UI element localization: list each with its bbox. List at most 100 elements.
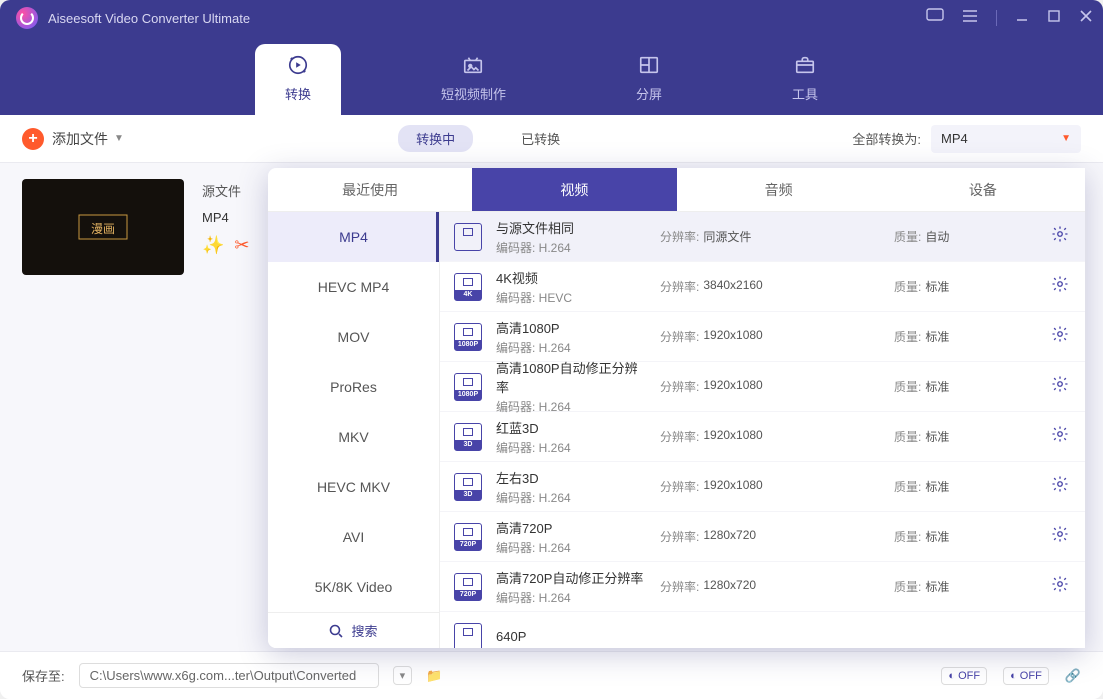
- gear-icon[interactable]: [1051, 275, 1069, 298]
- mv-icon: [460, 54, 486, 76]
- search-button[interactable]: 搜索: [268, 612, 439, 648]
- tab-collage-label: 分屏: [636, 84, 662, 103]
- feedback-icon[interactable]: [926, 8, 944, 29]
- tab-toolbox[interactable]: 工具: [762, 44, 848, 115]
- tab-converted[interactable]: 已转换: [503, 125, 578, 152]
- toolbar: + 添加文件 ▼ 转换中 已转换 全部转换为: MP4 ▼: [0, 115, 1103, 163]
- preset-encoder: 编码器: H.264: [496, 239, 646, 256]
- format-list-item[interactable]: 5K/8K Video: [268, 562, 439, 612]
- preset-resolution: 分辨率:1280x720: [660, 578, 880, 595]
- format-badge-icon: [454, 223, 482, 251]
- gear-icon[interactable]: [1051, 525, 1069, 548]
- add-files-button[interactable]: + 添加文件 ▼: [22, 128, 124, 150]
- svg-text:漫画: 漫画: [91, 222, 115, 236]
- format-list-item[interactable]: AVI: [268, 512, 439, 562]
- preset-quality: 质量:标准: [894, 528, 1037, 545]
- output-format-select[interactable]: MP4 ▼: [931, 125, 1081, 153]
- gear-icon[interactable]: [1051, 425, 1069, 448]
- preset-row[interactable]: 1080P高清1080P自动修正分辨率编码器: H.264分辨率:1920x10…: [440, 362, 1085, 412]
- format-list-item[interactable]: MKV: [268, 412, 439, 462]
- gear-icon[interactable]: [1051, 575, 1069, 598]
- gear-icon[interactable]: [1051, 375, 1069, 398]
- open-folder-icon[interactable]: 📁: [426, 668, 442, 684]
- video-thumbnail[interactable]: 漫画: [22, 179, 184, 275]
- toolbox-icon: [792, 54, 818, 76]
- menu-icon[interactable]: [962, 9, 978, 28]
- preset-row[interactable]: 3D 左右3D 编码器: H.264 分辨率:1920x1080 质量:标准: [440, 462, 1085, 512]
- format-badge-icon: 3D: [454, 473, 482, 501]
- tab-convert[interactable]: 转换: [255, 44, 341, 115]
- preset-resolution: 分辨率:同源文件: [660, 228, 880, 245]
- scissors-icon[interactable]: ✂: [234, 235, 249, 256]
- toggle-off-2[interactable]: ◐ OFF: [1003, 667, 1049, 685]
- preset-name: 4K视频: [496, 268, 646, 287]
- format-chooser-popup: 最近使用 视频 音频 设备 MP4HEVC MP4MOVProResMKVHEV…: [268, 168, 1085, 648]
- preset-row[interactable]: 720P高清720P自动修正分辨率编码器: H.264分辨率:1280x720质…: [440, 562, 1085, 612]
- preset-encoder: 编码器: H.264: [496, 489, 646, 506]
- preset-encoder: 编码器: HEVC: [496, 289, 646, 306]
- link-icon[interactable]: 🔗: [1065, 668, 1081, 684]
- preset-quality: 质量:标准: [894, 578, 1037, 595]
- preset-name: 640P: [496, 629, 646, 644]
- chevron-down-icon: ▼: [114, 133, 124, 144]
- app-logo-icon: [16, 7, 38, 29]
- format-badge-icon: 1080P: [454, 323, 482, 351]
- popup-tab-device[interactable]: 设备: [881, 168, 1085, 211]
- preset-row[interactable]: 4K4K视频编码器: HEVC分辨率:3840x2160质量:标准: [440, 262, 1085, 312]
- gear-icon[interactable]: [1051, 325, 1069, 348]
- wand-icon[interactable]: ✨: [202, 235, 224, 256]
- maximize-icon[interactable]: [1047, 9, 1061, 28]
- gear-icon[interactable]: [1051, 225, 1069, 248]
- convert-icon: [285, 54, 311, 76]
- preset-resolution: 分辨率:1920x1080: [660, 478, 880, 495]
- preset-quality: 质量:自动: [894, 228, 1037, 245]
- browse-button[interactable]: ▾: [393, 666, 413, 685]
- preset-row[interactable]: 720P高清720P编码器: H.264分辨率:1280x720质量:标准: [440, 512, 1085, 562]
- save-path-field[interactable]: C:\Users\www.x6g.com...ter\Output\Conver…: [79, 663, 379, 688]
- preset-row[interactable]: 3D红蓝3D编码器: H.264分辨率:1920x1080质量:标准: [440, 412, 1085, 462]
- preset-resolution: 分辨率:1920x1080: [660, 328, 880, 345]
- search-icon: [329, 624, 343, 638]
- titlebar: Aiseesoft Video Converter Ultimate 转换 短视…: [0, 0, 1103, 115]
- preset-quality: 质量:标准: [894, 478, 1037, 495]
- app-title: Aiseesoft Video Converter Ultimate: [48, 11, 250, 26]
- preset-row[interactable]: 640P: [440, 612, 1085, 648]
- tab-mv[interactable]: 短视频制作: [411, 44, 536, 115]
- preset-encoder: 编码器: H.264: [496, 339, 646, 356]
- popup-tab-audio[interactable]: 音频: [677, 168, 881, 211]
- gear-icon[interactable]: [1051, 475, 1069, 498]
- preset-name: 高清1080P: [496, 318, 646, 337]
- bottom-bar: 保存至: C:\Users\www.x6g.com...ter\Output\C…: [0, 651, 1103, 699]
- preset-name: 左右3D: [496, 468, 646, 487]
- preset-encoder: 编码器: H.264: [496, 398, 646, 415]
- popup-tab-video[interactable]: 视频: [472, 168, 676, 211]
- preset-name: 高清1080P自动修正分辨率: [496, 358, 646, 396]
- minimize-icon[interactable]: [1015, 9, 1029, 28]
- collage-icon: [636, 54, 662, 76]
- format-list-item[interactable]: MOV: [268, 312, 439, 362]
- format-list[interactable]: MP4HEVC MP4MOVProResMKVHEVC MKVAVI5K/8K …: [268, 212, 440, 648]
- preset-name: 与源文件相同: [496, 218, 646, 237]
- preset-name: 高清720P自动修正分辨率: [496, 568, 646, 587]
- preset-quality: 质量:标准: [894, 428, 1037, 445]
- triangle-down-icon: ▼: [1061, 133, 1071, 144]
- format-list-item[interactable]: HEVC MKV: [268, 462, 439, 512]
- format-list-item[interactable]: ProRes: [268, 362, 439, 412]
- toggle-off-1[interactable]: ◐ OFF: [941, 667, 987, 685]
- tab-collage[interactable]: 分屏: [606, 44, 692, 115]
- format-list-item[interactable]: HEVC MP4: [268, 262, 439, 312]
- close-icon[interactable]: [1079, 9, 1093, 28]
- thumb-graphic-icon: 漫画: [73, 209, 133, 245]
- preset-row[interactable]: 1080P高清1080P编码器: H.264分辨率:1920x1080质量:标准: [440, 312, 1085, 362]
- tab-converting[interactable]: 转换中: [398, 125, 473, 152]
- output-format-value: MP4: [941, 131, 968, 146]
- format-badge-icon: [454, 623, 482, 649]
- popup-tab-recent[interactable]: 最近使用: [268, 168, 472, 211]
- tab-toolbox-label: 工具: [792, 84, 818, 103]
- format-list-item[interactable]: MP4: [268, 212, 439, 262]
- preset-row[interactable]: 与源文件相同编码器: H.264 分辨率:同源文件质量:自动: [440, 212, 1085, 262]
- convert-all-label: 全部转换为:: [852, 129, 921, 148]
- tab-convert-label: 转换: [285, 84, 311, 103]
- preset-resolution: 分辨率:1920x1080: [660, 378, 880, 395]
- preset-list[interactable]: 与源文件相同编码器: H.264分辨率:同源文件质量:自动4K4K视频编码器: …: [440, 212, 1085, 648]
